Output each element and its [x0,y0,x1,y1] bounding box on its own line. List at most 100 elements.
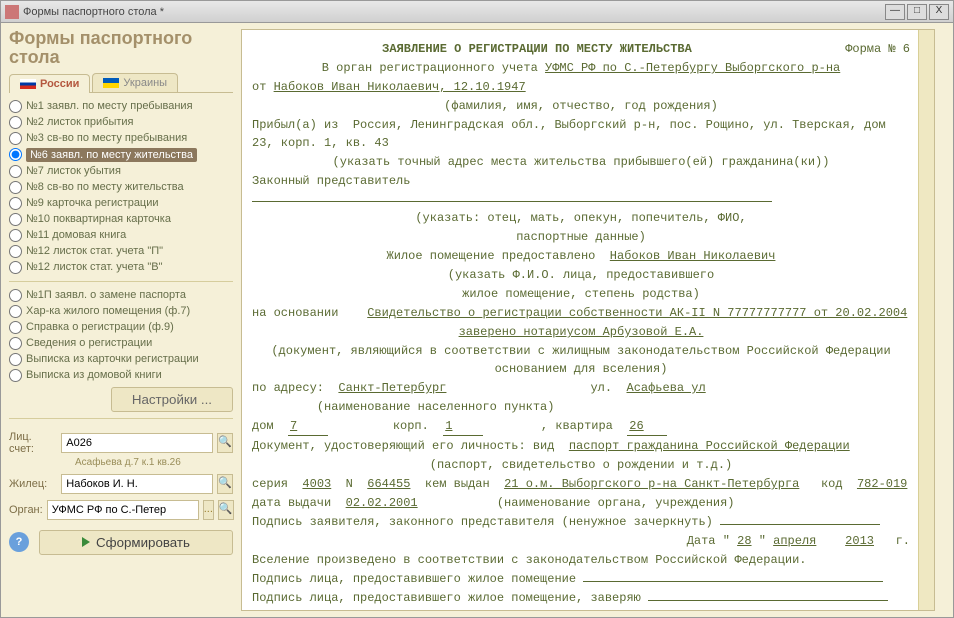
form-radio-item[interactable]: Сведения о регистрации [9,336,233,351]
radio-input[interactable] [9,229,22,242]
form-radio-item[interactable]: №1П заявл. о замене паспорта [9,288,233,303]
radio-input[interactable] [9,261,22,274]
radio-input[interactable] [9,337,22,350]
radio-label: №1П заявл. о замене паспорта [26,289,186,301]
house: 7 [288,417,328,436]
basis-line1: Свидетельство о регистрации собственност… [367,306,907,320]
form-radio-item[interactable]: №6 заявл. по месту жительства [9,147,233,163]
street: Асафьева ул [627,381,706,395]
form-radio-item[interactable]: №2 листок прибытия [9,115,233,130]
tab-ukraine[interactable]: Украины [92,73,178,92]
app-window: Формы паспортного стола * — □ X Формы па… [0,0,954,618]
organ-lookup-button[interactable]: 🔍 [218,500,234,520]
form-radio-item[interactable]: №8 св-во по месту жительства [9,180,233,195]
code: 782-019 [857,477,907,491]
maximize-button[interactable]: □ [907,4,927,20]
issue-date: 02.02.2001 [346,496,418,510]
form-radio-item[interactable]: №1 заявл. по месту пребывания [9,99,233,114]
resident-label: Жилец: [9,478,57,490]
series: 4003 [302,477,331,491]
document: ЗАЯВЛЕНИЕ О РЕГИСТРАЦИИ ПО МЕСТУ ЖИТЕЛЬС… [242,30,934,611]
radio-input[interactable] [9,369,22,382]
radio-label: Выписка из домовой книги [26,369,162,381]
doc-title: ЗАЯВЛЕНИЕ О РЕГИСТРАЦИИ ПО МЕСТУ ЖИТЕЛЬС… [252,40,822,58]
radio-label: №9 карточка регистрации [26,197,159,209]
radio-label: Сведения о регистрации [26,337,152,349]
titlebar: Формы паспортного стола * — □ X [1,1,953,23]
organ-input[interactable] [47,500,199,520]
form-radio-item[interactable]: Хар-ка жилого помещения (ф.7) [9,304,233,319]
country-tabs: России Украины [9,73,233,93]
resident-lookup-button[interactable]: 🔍 [217,474,233,494]
radio-label: №6 заявл. по месту жительства [26,148,197,162]
form-radio-item[interactable]: №3 св-во по месту пребывания [9,131,233,146]
form-radio-item[interactable]: №12 листок стат. учета "П" [9,244,233,259]
tab-russia[interactable]: России [9,74,90,93]
radio-input[interactable] [9,321,22,334]
number: 664455 [367,477,410,491]
radio-input[interactable] [9,213,22,226]
radio-label: №1 заявл. по месту пребывания [26,100,193,112]
radio-label: Справка о регистрации (ф.9) [26,321,174,333]
radio-input[interactable] [9,305,22,318]
generate-button[interactable]: Сформировать [39,530,233,555]
organ-row: Орган: ... 🔍 [9,500,233,520]
form-radio-item[interactable]: №11 домовая книга [9,228,233,243]
account-input[interactable] [61,433,213,453]
radio-input[interactable] [9,132,22,145]
radio-input[interactable] [9,148,22,161]
account-hint: Асафьева д.7 к.1 кв.26 [75,457,233,468]
sidebar: Формы паспортного стола России Украины №… [1,23,241,617]
radio-input[interactable] [9,289,22,302]
city: Санкт-Петербург [338,381,446,395]
radio-input[interactable] [9,116,22,129]
sidebar-heading: Формы паспортного стола [9,29,233,67]
document-pane: ЗАЯВЛЕНИЕ О РЕГИСТРАЦИИ ПО МЕСТУ ЖИТЕЛЬС… [241,29,935,611]
form-radio-item[interactable]: Выписка из карточки регистрации [9,352,233,367]
radio-input[interactable] [9,353,22,366]
doc-form-number: Форма № 6 [822,40,910,58]
settings-button[interactable]: Настройки ... [111,387,233,412]
radio-label: Хар-ка жилого помещения (ф.7) [26,305,190,317]
form-radio-item[interactable]: №7 листок убытия [9,164,233,179]
radio-label: №11 домовая книга [26,229,126,241]
resident-input[interactable] [61,474,213,494]
issued-by: 21 о.м. Выборгского р-на Санкт-Петербург… [504,477,799,491]
id-doc-type: паспорт гражданина Российской Федерации [569,439,850,453]
minimize-button[interactable]: — [885,4,905,20]
organ-value: УФМС РФ по С.-Петербургу Выборгского р-н… [545,61,840,75]
radio-input[interactable] [9,165,22,178]
provided-by: Набоков Иван Николаевич [610,249,776,263]
form-radio-item[interactable]: №12 листок стат. учета "В" [9,260,233,275]
window-title: Формы паспортного стола * [23,6,885,18]
help-icon[interactable]: ? [9,532,29,552]
form-radio-item[interactable]: Выписка из домовой книги [9,368,233,383]
radio-input[interactable] [9,245,22,258]
form-radio-item[interactable]: №10 поквартирная карточка [9,212,233,227]
form-radio-item[interactable]: №9 карточка регистрации [9,196,233,211]
radio-label: №7 листок убытия [26,165,121,177]
flat: 26 [627,417,667,436]
app-icon [5,5,19,19]
radio-input[interactable] [9,100,22,113]
applicant: Набоков Иван Николаевич, 12.10.1947 [274,80,526,94]
radio-label: №12 листок стат. учета "В" [26,261,163,273]
close-button[interactable]: X [929,4,949,20]
organ-more-button[interactable]: ... [203,500,214,520]
resident-row: Жилец: 🔍 [9,474,233,494]
arrived-from: Россия, Ленинградская обл., Выборгский р… [252,118,886,150]
flag-russia-icon [20,79,36,89]
radio-label: Выписка из карточки регистрации [26,353,199,365]
account-lookup-button[interactable]: 🔍 [217,433,233,453]
radio-label: №3 св-во по месту пребывания [26,132,187,144]
radio-label: №12 листок стат. учета "П" [26,245,163,257]
account-label: Лиц. счет: [9,431,57,455]
flag-ukraine-icon [103,78,119,88]
organ-label: Орган: [9,504,43,516]
form-list-a: №1 заявл. по месту пребывания №2 листок п… [9,99,233,275]
radio-input[interactable] [9,181,22,194]
radio-label: №10 поквартирная карточка [26,213,171,225]
form-radio-item[interactable]: Справка о регистрации (ф.9) [9,320,233,335]
vertical-scrollbar[interactable] [918,30,934,610]
radio-input[interactable] [9,197,22,210]
